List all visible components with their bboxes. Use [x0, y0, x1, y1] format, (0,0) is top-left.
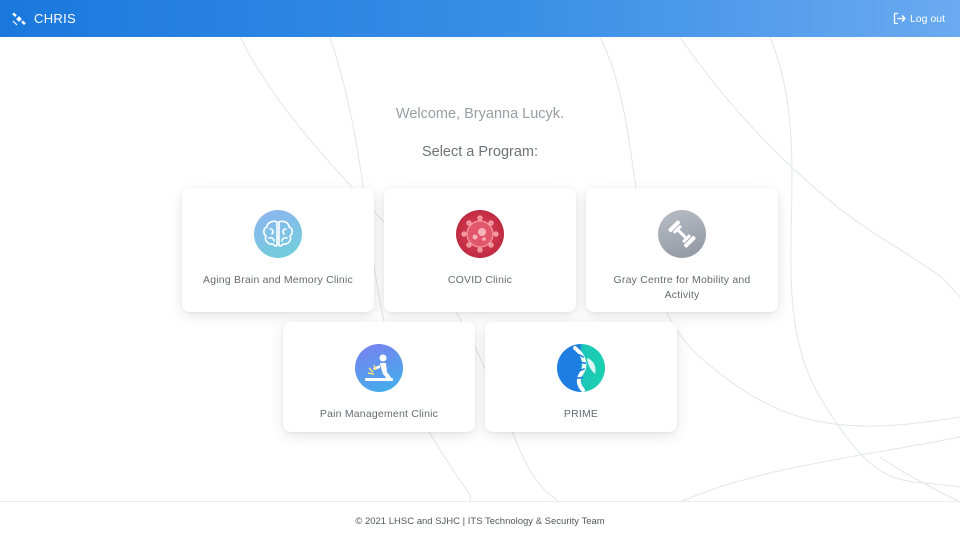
- brain-icon: [254, 210, 302, 258]
- footer-text: © 2021 LHSC and SJHC | ITS Technology & …: [355, 515, 605, 527]
- program-card-gray-centre[interactable]: Gray Centre for Mobility and Activity: [586, 188, 778, 312]
- program-card-aging-brain[interactable]: Aging Brain and Memory Clinic: [182, 188, 374, 312]
- spine-icon: [557, 344, 605, 392]
- app-name: CHRIS: [34, 11, 76, 26]
- program-card-covid[interactable]: COVID Clinic: [384, 188, 576, 312]
- logout-label: Log out: [909, 12, 945, 25]
- program-label: PRIME: [563, 408, 599, 420]
- program-label: COVID Clinic: [447, 274, 513, 286]
- top-bar: CHRIS Log out: [0, 0, 960, 37]
- footer: © 2021 LHSC and SJHC | ITS Technology & …: [0, 501, 960, 540]
- dumbbell-icon: [658, 210, 706, 258]
- welcome-message: Welcome, Bryanna Lucyk.: [395, 106, 565, 122]
- virus-icon: [456, 210, 504, 258]
- logout-icon: [893, 12, 906, 25]
- program-card-prime[interactable]: PRIME: [485, 322, 677, 432]
- program-label: Gray Centre for Mobility and Activity: [613, 274, 751, 301]
- brand[interactable]: CHRIS: [12, 11, 76, 26]
- program-card-pain-management[interactable]: Pain Management Clinic: [283, 322, 475, 432]
- program-label: Pain Management Clinic: [319, 408, 439, 420]
- program-label: Aging Brain and Memory Clinic: [203, 274, 353, 286]
- satellite-icon: [12, 11, 26, 26]
- logout-button[interactable]: Log out: [893, 12, 948, 25]
- back-pain-icon: [355, 344, 403, 392]
- select-program-heading: Select a Program:: [421, 144, 539, 160]
